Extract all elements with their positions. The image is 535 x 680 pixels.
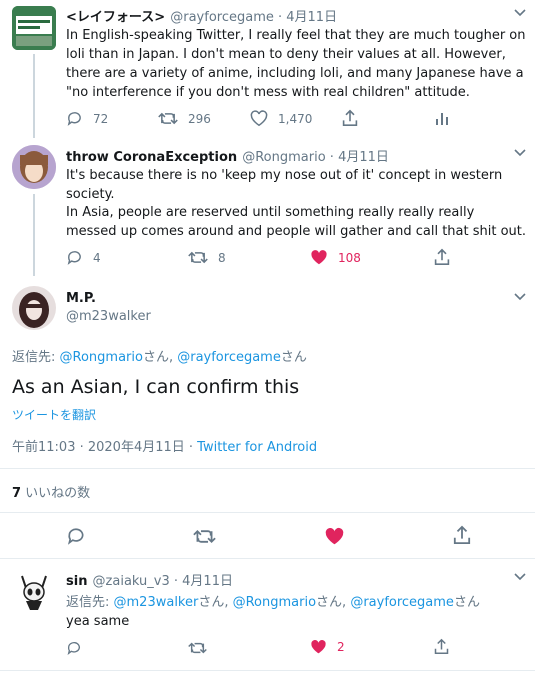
source-link[interactable]: Twitter for Android (197, 440, 317, 455)
like-icon (311, 639, 326, 654)
like-count: 1,470 (278, 111, 313, 126)
mention-link[interactable]: @rayforcegame (350, 595, 454, 610)
translate-link[interactable]: ツイートを翻訳 (12, 406, 96, 423)
retweet-icon (188, 251, 208, 264)
author-handle[interactable]: @Rongmario (242, 150, 325, 165)
retweet-count: 8 (218, 250, 226, 265)
like-stats[interactable]: 7 いいねの数 (12, 482, 90, 501)
author-name[interactable]: M.P. (66, 291, 96, 306)
divider (0, 558, 535, 559)
reply-button[interactable]: 72 (66, 110, 108, 127)
retweet-button[interactable]: 8 (188, 249, 226, 266)
chevron-down-icon[interactable] (513, 572, 527, 582)
mention-link[interactable]: @Rongmario (233, 595, 316, 610)
author-handle[interactable]: @m23walker (66, 309, 151, 324)
hollow-knight-avatar-image (12, 568, 56, 612)
like-icon (311, 250, 327, 265)
like-button[interactable]: 108 (310, 249, 361, 266)
avatar[interactable] (12, 6, 56, 50)
reply-icon[interactable] (66, 640, 82, 656)
tweet-date[interactable]: 4月11日 (182, 574, 233, 589)
like-button[interactable]: 2 (310, 639, 345, 655)
divider (0, 670, 535, 671)
tweet-meta: 午前11:03 · 2020年4月11日 · Twitter for Andro… (12, 436, 317, 455)
divider (0, 512, 535, 513)
like-icon (250, 110, 268, 127)
analytics-icon[interactable] (435, 110, 449, 126)
share-icon[interactable] (453, 525, 471, 545)
tweet-text: In English-speaking Twitter, I really fe… (66, 28, 526, 100)
retweet-icon (158, 112, 178, 125)
reply-button[interactable]: 4 (66, 249, 101, 266)
tweet-text-line2: In Asia, people are reserved until somet… (66, 205, 527, 239)
chevron-down-icon[interactable] (513, 292, 527, 302)
timestamp[interactable]: 午前11:03 · 2020年4月11日 · (12, 440, 197, 455)
like-total: 7 (12, 486, 22, 501)
like-stats-label: いいねの数 (21, 486, 91, 501)
like-count: 108 (338, 250, 361, 265)
author-handle[interactable]: @zaiaku_v3 (93, 574, 170, 589)
share-icon[interactable] (342, 109, 358, 127)
author-name[interactable]: throw CoronaException (66, 150, 237, 165)
tweet-date[interactable]: 4月11日 (286, 10, 337, 25)
avatar[interactable] (12, 145, 56, 189)
reply-icon[interactable] (66, 526, 86, 546)
reply-icon (67, 112, 81, 126)
thread-line (33, 54, 35, 138)
tweet-date[interactable]: 4月11日 (338, 150, 389, 165)
like-icon[interactable] (324, 527, 345, 546)
thread-line (33, 194, 35, 276)
reply-count: 72 (93, 111, 109, 126)
dark-anime-avatar-image (12, 286, 56, 330)
anime-avatar-image (12, 145, 56, 189)
focused-tweet-text: As an Asian, I can confirm this (12, 376, 300, 398)
like-count: 2 (337, 640, 345, 654)
retweet-count: 296 (188, 111, 211, 126)
mention-link[interactable]: @m23walker (114, 595, 199, 610)
share-icon[interactable] (434, 248, 450, 266)
divider (0, 468, 535, 469)
retweet-icon[interactable] (193, 527, 216, 546)
retweet-button[interactable]: 296 (158, 110, 211, 127)
like-button[interactable]: 1,470 (250, 110, 312, 127)
author-handle[interactable]: @rayforcegame (170, 10, 274, 25)
share-icon[interactable] (434, 638, 449, 655)
avatar[interactable] (12, 568, 56, 612)
reply-context: 返信先: @m23walkerさん, @Rongmarioさん, @rayfor… (66, 595, 480, 610)
author-name[interactable]: <レイフォース> (66, 10, 165, 25)
reply-context: 返信先: @Rongmarioさん, @rayforcegameさん (12, 350, 307, 365)
tweet-text: yea same (66, 614, 130, 629)
chevron-down-icon[interactable] (513, 8, 527, 18)
chevron-down-icon[interactable] (513, 148, 527, 158)
station-sign-avatar-image (12, 6, 56, 50)
avatar[interactable] (12, 286, 56, 330)
reply-icon (67, 251, 81, 265)
author-name[interactable]: sin (66, 574, 87, 589)
tweet-text-line1: It's because there is no 'keep my nose o… (66, 168, 503, 202)
retweet-icon[interactable] (188, 640, 207, 656)
mention-link[interactable]: @rayforcegame (177, 350, 281, 365)
reply-count: 4 (93, 250, 101, 265)
mention-link[interactable]: @Rongmario (60, 350, 143, 365)
